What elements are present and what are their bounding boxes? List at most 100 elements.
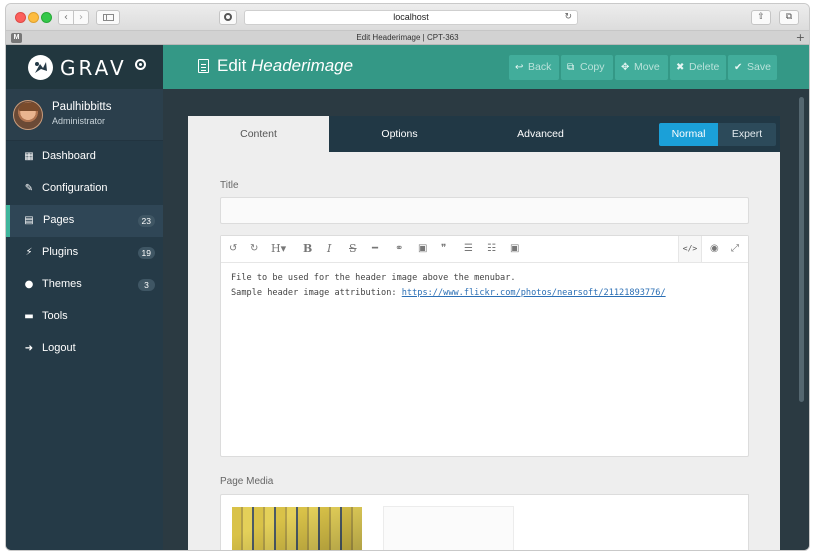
user-role: Administrator <box>52 116 106 126</box>
delete-label: Delete <box>689 61 720 73</box>
youtube-icon[interactable]: ▣ <box>510 242 519 256</box>
count-badge: 19 <box>137 247 155 259</box>
sidebar-item-label: Configuration <box>42 182 108 194</box>
undo-icon[interactable]: ↺ <box>229 242 237 256</box>
sidebar-item-themes[interactable]: ● Themes 3 <box>6 269 163 301</box>
save-label: Save <box>747 61 771 73</box>
move-button[interactable]: ✥ Move <box>615 55 668 80</box>
forward-nav-icon[interactable]: › <box>73 10 89 25</box>
copy-label: Copy <box>580 61 605 73</box>
back-label: Back <box>528 61 552 73</box>
page-header: Edit Headerimage ↩ Back ⧉ Copy ✥ Move ✖ … <box>163 45 809 89</box>
close-window-button[interactable] <box>15 12 26 23</box>
drop-icon: ● <box>24 279 34 290</box>
avatar[interactable] <box>13 100 43 130</box>
dashboard-grid-icon: ▦ <box>24 151 34 162</box>
mode-expert-button[interactable]: Expert <box>718 123 776 146</box>
markdown-editor[interactable]: ↺ ↻ H▾ B I S ━ ⚭ ▣ ❞ ☰ ☷ ▣ </> ◉ ⤢ File … <box>220 235 749 457</box>
sidebar-item-logout[interactable]: ➜ Logout <box>6 333 163 365</box>
attribution-link[interactable]: https://www.flickr.com/photos/nearsoft/2… <box>402 288 666 298</box>
briefcase-icon: ▬ <box>24 311 34 322</box>
arrows-icon: ✥ <box>621 62 630 73</box>
title-label: Title <box>220 180 239 191</box>
back-button[interactable]: ↩ Back <box>509 55 559 80</box>
tab-options[interactable]: Options <box>329 116 470 152</box>
reply-icon: ↩ <box>515 62 524 73</box>
tab-content[interactable]: Content <box>188 116 329 152</box>
back-nav-icon[interactable]: ‹ <box>58 10 74 25</box>
save-button[interactable]: ✔ Save <box>728 55 777 80</box>
redo-icon[interactable]: ↻ <box>250 242 258 256</box>
unordered-list-icon[interactable]: ☰ <box>464 242 473 256</box>
tab-title[interactable]: Edit Headerimage | CPT-363 <box>6 32 809 44</box>
browser-window: ‹ › localhost ↻ ⇧ ⧉ M Edit Headerimage |… <box>6 4 809 550</box>
sidebar-item-plugins[interactable]: ⚡ Plugins 19 <box>6 237 163 269</box>
sidebar-item-label: Dashboard <box>42 150 96 162</box>
horizontal-rule-icon[interactable]: ━ <box>372 242 378 256</box>
page-media-dropzone[interactable] <box>220 494 749 550</box>
editor-line-text: Sample header image attribution: <box>231 288 402 298</box>
minimize-window-button[interactable] <box>28 12 39 23</box>
italic-icon[interactable]: I <box>327 242 331 256</box>
sidebar-item-configuration[interactable]: ✎ Configuration <box>6 173 163 205</box>
count-badge: 23 <box>137 215 155 227</box>
admin-sidebar: GRAV Paulhibbitts Administrator ▦ Dashbo… <box>6 45 163 550</box>
sidebar-item-label: Pages <box>43 214 75 226</box>
delete-button[interactable]: ✖ Delete <box>670 55 726 80</box>
brand-name[interactable]: GRAV <box>60 56 127 80</box>
sidebar-item-label: Plugins <box>42 246 79 258</box>
sidebar-menu: ▦ Dashboard ✎ Configuration ▤ Pages 23 ⚡… <box>6 141 163 365</box>
url-text: localhost <box>393 12 429 22</box>
media-placeholder[interactable] <box>383 506 514 550</box>
title-page-name: Headerimage <box>251 56 354 75</box>
page-scrollbar[interactable] <box>799 97 804 402</box>
copy-button[interactable]: ⧉ Copy <box>561 55 613 80</box>
sidebar-item-dashboard[interactable]: ▦ Dashboard <box>6 141 163 173</box>
power-icon[interactable] <box>135 59 146 70</box>
title-input[interactable] <box>220 197 749 224</box>
tabs-overview-icon[interactable]: ⧉ <box>779 10 799 25</box>
preview-eye-icon[interactable]: ◉ <box>710 242 719 256</box>
media-thumbnail[interactable] <box>232 507 362 550</box>
sidebar-toggle-icon[interactable] <box>96 10 120 25</box>
logo-area: GRAV <box>6 45 163 89</box>
check-icon: ✔ <box>734 62 743 73</box>
fullscreen-icon[interactable]: ⤢ <box>731 242 739 256</box>
heading-icon[interactable]: H▾ <box>271 242 286 256</box>
sidebar-item-tools[interactable]: ▬ Tools <box>6 301 163 333</box>
address-bar[interactable]: localhost ↻ <box>244 10 578 25</box>
new-tab-icon[interactable]: + <box>796 31 805 44</box>
extension-icon[interactable] <box>219 10 237 25</box>
sidebar-item-label: Tools <box>42 310 68 322</box>
editor-content[interactable]: File to be used for the header image abo… <box>231 271 736 301</box>
grav-logo-icon[interactable] <box>28 55 53 80</box>
browser-toolbar: ‹ › localhost ↻ ⇧ ⧉ <box>6 4 809 31</box>
image-icon[interactable]: ▣ <box>418 242 427 256</box>
user-name[interactable]: Paulhibbitts <box>52 101 111 113</box>
sidebar-item-pages[interactable]: ▤ Pages 23 <box>6 205 163 237</box>
link-icon[interactable]: ⚭ <box>395 242 403 256</box>
page-title: Edit Headerimage <box>217 56 353 76</box>
editor-view-controls: </> ◉ ⤢ <box>678 236 748 262</box>
tab-advanced[interactable]: Advanced <box>470 116 611 152</box>
page-viewport: GRAV Paulhibbitts Administrator ▦ Dashbo… <box>6 45 809 550</box>
reload-icon[interactable]: ↻ <box>564 11 572 24</box>
code-view-icon[interactable]: </> <box>679 236 702 262</box>
bold-icon[interactable]: B <box>303 242 312 256</box>
file-icon: ▤ <box>24 215 34 226</box>
ordered-list-icon[interactable]: ☷ <box>487 242 496 256</box>
zoom-window-button[interactable] <box>41 12 52 23</box>
quote-icon[interactable]: ❞ <box>441 242 446 256</box>
editor-line-attribution: Sample header image attribution: https:/… <box>231 286 736 301</box>
close-icon: ✖ <box>676 62 685 73</box>
sidebar-item-label: Logout <box>42 342 76 354</box>
user-profile[interactable]: Paulhibbitts Administrator <box>6 89 163 141</box>
sign-out-icon: ➜ <box>24 343 34 354</box>
move-label: Move <box>634 61 660 73</box>
strikethrough-icon[interactable]: S <box>349 242 357 256</box>
edit-form-card: Content Options Advanced Normal Expert T… <box>188 116 780 550</box>
share-icon[interactable]: ⇧ <box>751 10 771 25</box>
plug-icon: ⚡ <box>25 247 33 258</box>
mode-normal-button[interactable]: Normal <box>659 123 718 146</box>
form-tabs: Content Options Advanced Normal Expert <box>188 116 780 152</box>
